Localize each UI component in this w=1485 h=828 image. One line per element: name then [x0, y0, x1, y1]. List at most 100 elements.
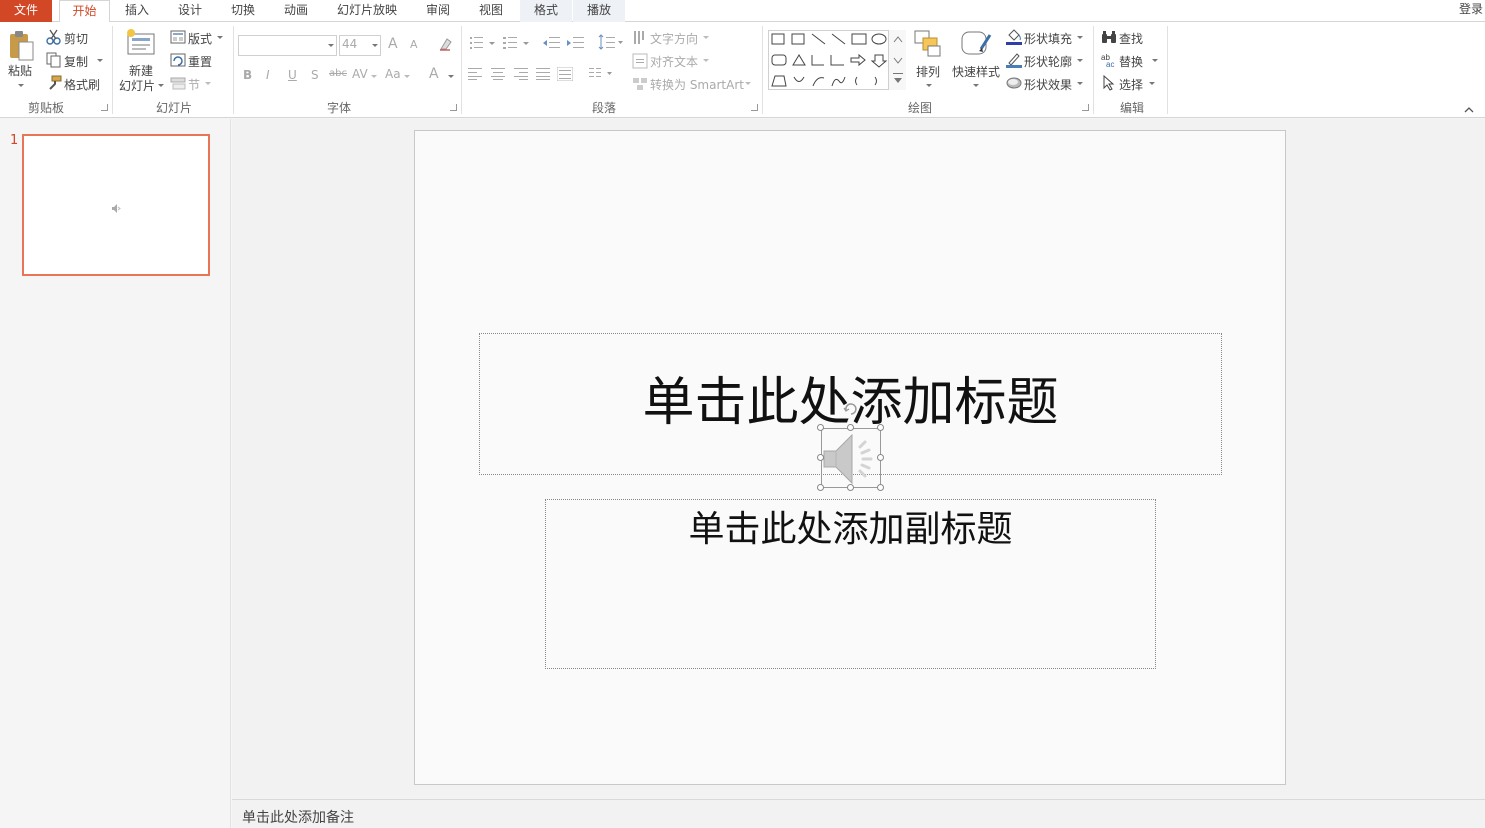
- shapes-gallery[interactable]: [768, 30, 906, 90]
- text-direction-button[interactable]: 文字方向: [650, 30, 698, 47]
- login-link[interactable]: 登录: [1459, 0, 1483, 22]
- notes-placeholder[interactable]: 单击此处添加备注: [242, 807, 354, 827]
- tab-animations[interactable]: 动画: [276, 0, 316, 22]
- smartart-dropdown-icon[interactable]: [745, 82, 751, 85]
- section-button[interactable]: 节: [188, 76, 200, 93]
- cut-button[interactable]: 剪切: [64, 30, 88, 47]
- quick-styles-button[interactable]: 快速样式: [952, 63, 1000, 80]
- align-right-icon[interactable]: [514, 68, 528, 83]
- tab-review[interactable]: 审阅: [418, 0, 458, 22]
- convert-smartart-button[interactable]: 转换为 SmartArt: [650, 76, 744, 93]
- tab-file[interactable]: 文件: [0, 0, 52, 22]
- columns-icon[interactable]: [589, 68, 615, 83]
- paragraph-launcher-icon[interactable]: [751, 104, 758, 111]
- text-direction-dropdown-icon[interactable]: [703, 36, 709, 39]
- arrange-icon[interactable]: [914, 29, 942, 62]
- shadow-button[interactable]: S: [311, 68, 319, 82]
- section-dropdown-icon[interactable]: [205, 82, 211, 85]
- grow-font-button[interactable]: A: [388, 36, 398, 52]
- layout-button[interactable]: 版式: [188, 30, 212, 47]
- tab-design[interactable]: 设计: [170, 0, 210, 22]
- paste-icon[interactable]: [7, 30, 35, 65]
- paste-button[interactable]: 粘贴: [8, 62, 32, 79]
- copy-button[interactable]: 复制: [64, 53, 88, 70]
- font-color-dropdown-icon[interactable]: [448, 75, 454, 78]
- clear-formatting-icon[interactable]: [438, 36, 454, 55]
- select-button[interactable]: 选择: [1119, 76, 1143, 93]
- align-text-button[interactable]: 对齐文本: [650, 53, 698, 70]
- replace-button[interactable]: 替换: [1119, 53, 1143, 70]
- find-button[interactable]: 查找: [1119, 30, 1143, 47]
- shape-fill-dropdown-icon[interactable]: [1077, 36, 1083, 39]
- bold-button[interactable]: B: [243, 68, 252, 82]
- shape-fill-button[interactable]: 形状填充: [1024, 30, 1072, 47]
- tab-home[interactable]: 开始: [59, 0, 110, 23]
- distributed-icon[interactable]: [556, 66, 574, 84]
- arrange-dropdown-icon[interactable]: [926, 84, 932, 87]
- resize-handle[interactable]: [877, 454, 884, 461]
- tab-playback[interactable]: 播放: [573, 0, 625, 22]
- font-name-input[interactable]: [238, 35, 337, 56]
- font-color-button[interactable]: A: [429, 66, 439, 82]
- tab-view[interactable]: 视图: [471, 0, 511, 22]
- resize-handle[interactable]: [847, 484, 854, 491]
- font-launcher-icon[interactable]: [450, 104, 457, 111]
- clipboard-launcher-icon[interactable]: [101, 104, 108, 111]
- italic-button[interactable]: I: [266, 68, 270, 82]
- select-dropdown-icon[interactable]: [1149, 82, 1155, 85]
- format-painter-button[interactable]: 格式刷: [64, 76, 100, 93]
- slide-thumbnail[interactable]: [22, 134, 210, 276]
- rotate-handle-icon[interactable]: [843, 401, 859, 420]
- spacing-dropdown-icon[interactable]: [371, 75, 377, 78]
- arrange-button[interactable]: 排列: [916, 63, 940, 80]
- replace-icon: ab ac: [1101, 52, 1117, 71]
- resize-handle[interactable]: [817, 484, 824, 491]
- new-slide-icon[interactable]: [126, 28, 156, 61]
- line-spacing-icon[interactable]: [598, 34, 624, 53]
- align-center-icon[interactable]: [491, 68, 505, 83]
- replace-dropdown-icon[interactable]: [1152, 59, 1158, 62]
- collapse-ribbon-icon[interactable]: [1464, 103, 1474, 117]
- tab-format[interactable]: 格式: [520, 0, 572, 22]
- shape-outline-button[interactable]: 形状轮廓: [1024, 53, 1072, 70]
- drawing-launcher-icon[interactable]: [1082, 104, 1089, 111]
- new-slide-label-2[interactable]: 幻灯片: [119, 77, 155, 94]
- tab-transitions[interactable]: 切换: [223, 0, 263, 22]
- new-slide-dropdown-icon[interactable]: [158, 84, 164, 87]
- numbering-icon[interactable]: [503, 36, 531, 53]
- shape-effects-button[interactable]: 形状效果: [1024, 76, 1072, 93]
- strikethrough-button[interactable]: abc: [329, 68, 347, 79]
- paste-dropdown-icon[interactable]: [18, 84, 24, 87]
- tab-insert[interactable]: 插入: [117, 0, 157, 22]
- bullets-icon[interactable]: [470, 36, 496, 53]
- justify-icon[interactable]: [536, 68, 550, 83]
- shapes-scroll[interactable]: [888, 30, 906, 90]
- align-left-icon[interactable]: [468, 68, 482, 83]
- font-name-dropdown-icon[interactable]: [328, 44, 334, 47]
- shrink-font-button[interactable]: A: [410, 38, 418, 51]
- change-case-button[interactable]: Aa: [385, 67, 401, 81]
- resize-handle[interactable]: [817, 454, 824, 461]
- copy-dropdown-icon[interactable]: [97, 59, 103, 62]
- character-spacing-button[interactable]: AV: [352, 67, 368, 81]
- resize-handle[interactable]: [877, 484, 884, 491]
- shape-outline-dropdown-icon[interactable]: [1077, 59, 1083, 62]
- resize-handle[interactable]: [847, 424, 854, 431]
- subtitle-placeholder-text[interactable]: 单击此处添加副标题: [545, 507, 1156, 553]
- reset-button[interactable]: 重置: [188, 53, 212, 70]
- quick-styles-icon[interactable]: [960, 29, 992, 62]
- case-dropdown-icon[interactable]: [404, 75, 410, 78]
- notes-pane[interactable]: 单击此处添加备注: [232, 799, 1485, 828]
- decrease-indent-icon[interactable]: [543, 36, 561, 53]
- shape-effects-dropdown-icon[interactable]: [1077, 82, 1083, 85]
- quick-styles-dropdown-icon[interactable]: [973, 84, 979, 87]
- audio-object[interactable]: [821, 428, 881, 488]
- increase-indent-icon[interactable]: [567, 36, 585, 53]
- align-text-dropdown-icon[interactable]: [703, 59, 709, 62]
- underline-button[interactable]: U: [288, 68, 297, 82]
- tab-slideshow[interactable]: 幻灯片放映: [330, 0, 404, 22]
- resize-handle[interactable]: [817, 424, 824, 431]
- layout-dropdown-icon[interactable]: [217, 36, 223, 39]
- resize-handle[interactable]: [877, 424, 884, 431]
- font-size-dropdown-icon[interactable]: [372, 44, 378, 47]
